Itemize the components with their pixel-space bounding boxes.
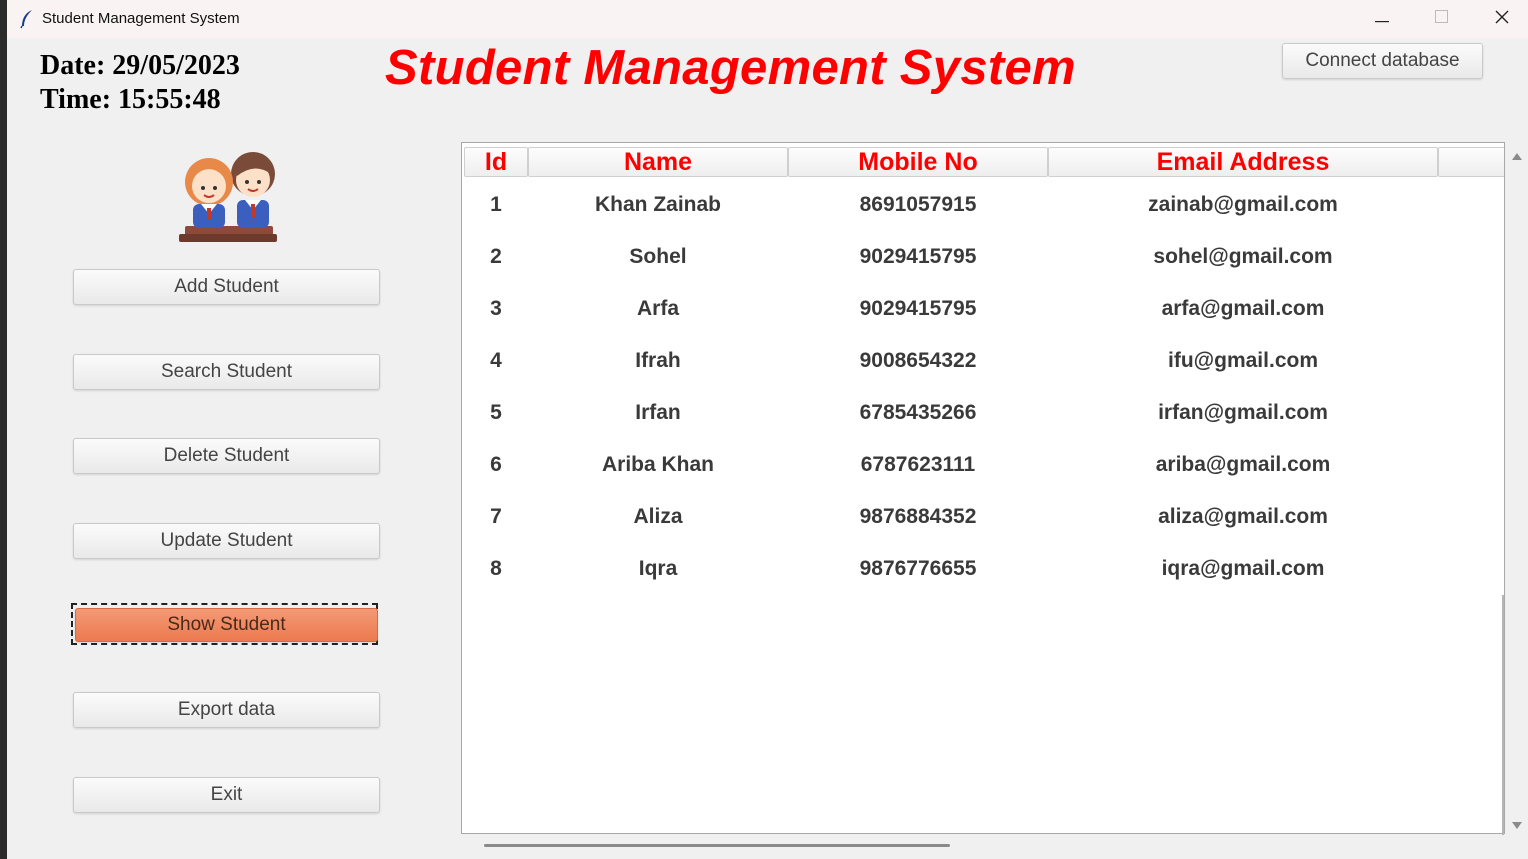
- vertical-scrollbar-track[interactable]: [1502, 595, 1504, 835]
- maximize-icon: [1434, 10, 1448, 28]
- exit-button[interactable]: Exit: [73, 777, 380, 813]
- cell-name: Arfa: [636, 297, 679, 320]
- table-row[interactable]: 3 Arfa 9029415795 arfa@gmail.com: [462, 283, 1504, 335]
- cell-email: aliza@gmail.com: [1158, 505, 1328, 528]
- table-row[interactable]: 5 Irfan 6785435266 irfan@gmail.com: [462, 387, 1504, 439]
- cell-email: zainab@gmail.com: [1148, 193, 1338, 216]
- title-bar: Student Management System: [7, 0, 1528, 38]
- table-header: Id Name Mobile No Email Address: [464, 147, 1504, 179]
- update-student-button[interactable]: Update Student: [73, 523, 380, 559]
- minimize-icon: [1375, 10, 1389, 28]
- table-row[interactable]: 2 Sohel 9029415795 sohel@gmail.com: [462, 231, 1504, 283]
- scroll-down-icon[interactable]: [1511, 818, 1523, 836]
- column-header-id[interactable]: Id: [464, 147, 528, 177]
- cell-email: ariba@gmail.com: [1155, 453, 1331, 476]
- cell-id: 2: [490, 245, 502, 268]
- cell-id: 1: [490, 193, 502, 216]
- cell-name: Khan Zainab: [594, 193, 721, 216]
- delete-student-button[interactable]: Delete Student: [73, 438, 380, 474]
- cell-id: 5: [490, 401, 502, 424]
- table-row[interactable]: 8 Iqra 9876776655 iqra@gmail.com: [462, 543, 1504, 595]
- cell-email: sohel@gmail.com: [1153, 245, 1333, 268]
- scroll-up-icon[interactable]: [1511, 148, 1523, 166]
- table-row[interactable]: 1 Khan Zainab 8691057915 zainab@gmail.com: [462, 179, 1504, 231]
- cell-id: 6: [490, 453, 502, 476]
- cell-mobile: 6787623111: [860, 453, 976, 476]
- cell-id: 7: [490, 505, 502, 528]
- cell-email: iqra@gmail.com: [1161, 557, 1325, 580]
- cell-email: arfa@gmail.com: [1161, 297, 1325, 320]
- table-row[interactable]: 6 Ariba Khan 6787623111 ariba@gmail.com: [462, 439, 1504, 491]
- column-header-email[interactable]: Email Address: [1048, 147, 1438, 177]
- cell-name: Sohel: [629, 245, 687, 268]
- column-header-mobile[interactable]: Mobile No: [788, 147, 1048, 177]
- cell-mobile: 9876884352: [859, 505, 977, 528]
- app-window: Student Management System Date: 29/05/20…: [7, 0, 1528, 859]
- maximize-button[interactable]: [1412, 0, 1470, 38]
- cell-name: Irfan: [635, 401, 681, 424]
- export-data-button[interactable]: Export data: [73, 692, 380, 728]
- cell-mobile: 9008654322: [859, 349, 977, 372]
- cell-name: Aliza: [633, 505, 683, 528]
- table-row[interactable]: 7 Aliza 9876884352 aliza@gmail.com: [462, 491, 1504, 543]
- cell-name: Ifrah: [635, 349, 681, 372]
- cell-id: 8: [490, 557, 502, 580]
- feather-icon: [19, 9, 35, 29]
- search-student-button[interactable]: Search Student: [73, 354, 380, 390]
- time-label: Time: 15:55:48: [40, 84, 221, 115]
- column-header-empty: [1438, 147, 1504, 177]
- close-icon: [1495, 10, 1509, 29]
- students-avatar-icon: [173, 144, 277, 244]
- cell-mobile: 6785435266: [859, 401, 977, 424]
- cell-email: ifu@gmail.com: [1168, 349, 1318, 372]
- minimize-button[interactable]: [1353, 0, 1411, 38]
- cell-name: Ariba Khan: [601, 453, 714, 476]
- add-student-button[interactable]: Add Student: [73, 269, 380, 305]
- connect-database-button[interactable]: Connect database: [1282, 43, 1483, 79]
- cell-name: Iqra: [638, 557, 678, 580]
- cell-mobile: 9029415795: [859, 297, 977, 320]
- cell-mobile: 9876776655: [859, 557, 977, 580]
- cell-id: 3: [490, 297, 502, 320]
- window-title: Student Management System: [42, 10, 240, 27]
- student-table: Id Name Mobile No Email Address 1 Khan Za…: [461, 142, 1505, 834]
- close-button[interactable]: [1473, 0, 1528, 38]
- cell-mobile: 8691057915: [859, 193, 977, 216]
- column-header-name[interactable]: Name: [528, 147, 788, 177]
- date-label: Date: 29/05/2023: [40, 50, 240, 81]
- cell-email: irfan@gmail.com: [1158, 401, 1328, 424]
- horizontal-scrollbar[interactable]: [484, 844, 950, 847]
- table-row[interactable]: 4 Ifrah 9008654322 ifu@gmail.com: [462, 335, 1504, 387]
- cell-id: 4: [490, 349, 502, 372]
- page-title: Student Management System: [385, 41, 1076, 95]
- show-student-button[interactable]: Show Student: [75, 608, 378, 642]
- cell-mobile: 9029415795: [859, 245, 977, 268]
